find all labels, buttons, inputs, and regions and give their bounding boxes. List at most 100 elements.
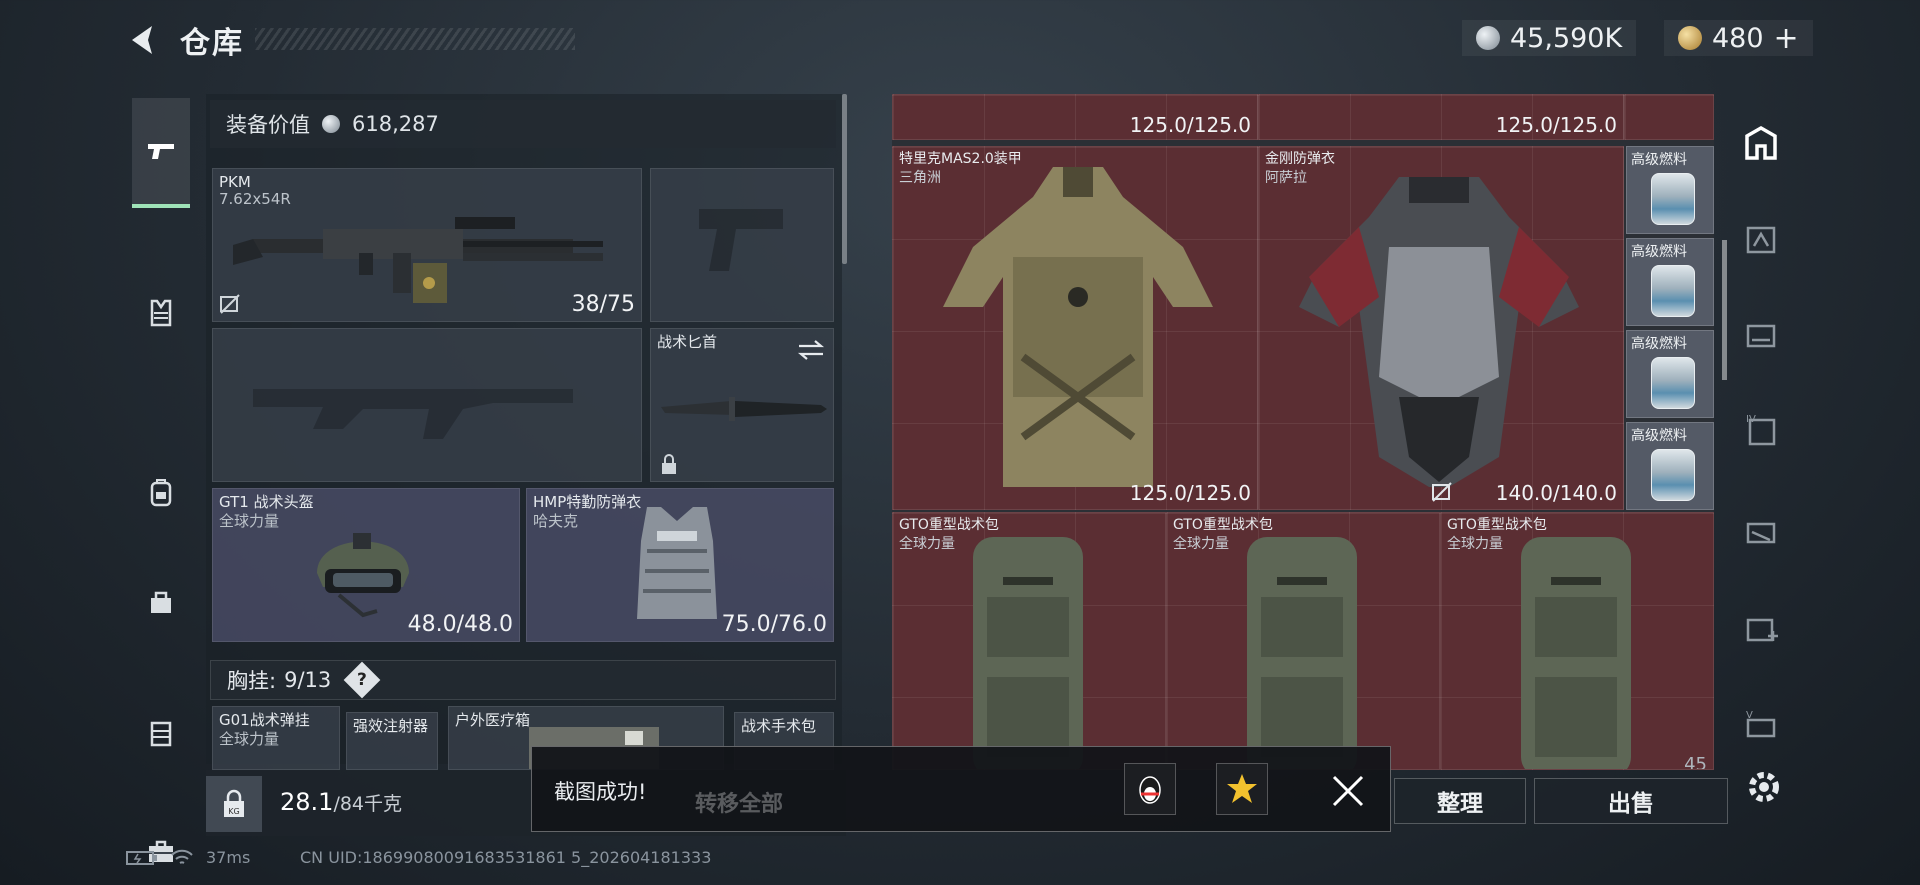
knife-name: 战术匕首 [657, 333, 718, 351]
heavy-backpack-icon [973, 537, 1083, 769]
tab-toolbox[interactable] [132, 796, 190, 885]
melee-slot[interactable]: 战术匕首 [650, 328, 834, 482]
tab-chest-rig[interactable] [132, 258, 190, 368]
armor-durability: 75.0/76.0 [721, 612, 827, 637]
toast-message: 截图成功! [554, 780, 647, 804]
sort-button[interactable]: 整理 [1394, 778, 1526, 824]
storage-item-partial[interactable]: 125.0/125.0 [892, 94, 1258, 140]
no-insure-icon [220, 294, 240, 314]
no-insure-icon [1432, 482, 1452, 502]
carry-weight-max: /84千克 [333, 793, 403, 815]
fuel-name: 高级燃料 [1631, 428, 1687, 444]
chest-rig-label: 胸挂: [227, 669, 277, 693]
fuel-item[interactable]: 高级燃料 [1626, 238, 1714, 326]
transfer-all-button[interactable]: 转移全部 [664, 784, 814, 820]
fuel-item[interactable]: 高级燃料 [1626, 330, 1714, 418]
rig-item-slot[interactable]: 强效注射器 [346, 712, 438, 770]
title-decoration [255, 28, 575, 50]
storage-item-partial[interactable] [1624, 94, 1714, 140]
share-qq-button[interactable] [1124, 763, 1176, 815]
pistol-silhouette-icon [699, 209, 783, 271]
helmet-slot[interactable]: GT1 战术头盔 全球力量 48.0/48.0 [212, 488, 520, 642]
pistol-slot[interactable] [650, 168, 834, 322]
svg-text:KG: KG [228, 807, 239, 816]
case-icon [150, 721, 172, 747]
tab-weapons[interactable] [132, 98, 190, 208]
filter-ammo-icon[interactable]: IV [1742, 412, 1780, 450]
chest-rig-count: 9/13 [284, 668, 332, 692]
weight-lock-icon: KG [224, 789, 244, 817]
storage-home-icon[interactable] [1742, 124, 1780, 162]
fuel-can-icon [1651, 173, 1695, 225]
loadout-scrollbar[interactable] [842, 94, 847, 264]
item-durability: 125.0/125.0 [1495, 113, 1617, 137]
silver-coin-icon [322, 115, 340, 133]
wifi-icon [171, 849, 193, 864]
helmet-durability: 48.0/48.0 [407, 612, 513, 637]
storage-bag-item[interactable]: GTO重型战术包 全球力量 [1166, 512, 1440, 770]
lock-icon [662, 454, 676, 474]
sell-button[interactable]: 出售 [1534, 778, 1728, 824]
backpack-icon [150, 479, 172, 507]
filter-weapon-icon[interactable] [1742, 316, 1780, 354]
storage-armor-item[interactable]: 金刚防弹衣 阿萨拉 140.0/140.0 [1258, 146, 1624, 510]
weight-lock-button[interactable]: KG [206, 776, 262, 832]
filter-medical-icon[interactable] [1742, 610, 1780, 648]
storage-bag-item[interactable]: GTO重型战术包 全球力量 [892, 512, 1166, 770]
secondary-weapon-slot[interactable] [212, 328, 642, 482]
tab-secure-bag[interactable] [132, 546, 190, 656]
item-durability: 125.0/125.0 [1129, 113, 1251, 137]
item-brand: 全球力量 [899, 536, 955, 552]
tab-backpack[interactable] [132, 437, 190, 547]
fuel-can-icon [1651, 449, 1695, 501]
storage-grid: 125.0/125.0 125.0/125.0 特里克MAS2.0装甲 三角洲 … [892, 94, 1714, 770]
battery-icon [126, 851, 157, 865]
storage-scrollbar[interactable] [1722, 240, 1727, 380]
filter-armor-icon[interactable] [1742, 220, 1780, 258]
bag-icon [151, 591, 171, 613]
filter-gear-icon[interactable] [1742, 512, 1780, 550]
chest-rig-bar[interactable]: 胸挂: 9/13 ? [210, 660, 836, 700]
item-brand: 全球力量 [1447, 536, 1503, 552]
tactical-knife-icon [661, 397, 827, 421]
silver-amount: 45,590K [1510, 22, 1623, 54]
filter-misc-icon[interactable]: V [1742, 706, 1780, 744]
armor-slot[interactable]: HMP特勤防弹衣 哈夫克 75.0/76.0 [526, 488, 834, 642]
tab-case[interactable] [132, 678, 190, 788]
helmet-name: GT1 战术头盔 [219, 493, 314, 511]
heavy-armor-icon [1299, 177, 1579, 487]
settings-gear-icon[interactable] [1742, 765, 1786, 809]
fuel-can-icon [1651, 357, 1695, 409]
fuel-item[interactable]: 高级燃料 [1626, 146, 1714, 234]
rig-item-slot[interactable]: G01战术弹挂 全球力量 [212, 706, 340, 770]
fuel-can-icon [1651, 265, 1695, 317]
gold-amount: 480 [1712, 22, 1764, 54]
item-brand: 全球力量 [1173, 536, 1229, 552]
tactical-helmet-icon [317, 533, 409, 618]
close-icon[interactable] [1326, 769, 1370, 813]
svg-text:IV: IV [1746, 414, 1756, 425]
svg-text:V: V [1746, 710, 1753, 721]
pistol-icon [148, 144, 174, 159]
rig-item-name: 战术手术包 [741, 717, 817, 735]
help-icon[interactable]: ? [343, 661, 381, 699]
primary-weapon-slot[interactable]: PKM 7.62x54R 38/75 [212, 168, 642, 322]
storage-bag-item[interactable]: GTO重型战术包 全球力量 45 [1440, 512, 1714, 770]
carry-weight-current: 28.1 [280, 788, 334, 816]
share-qzone-button[interactable] [1216, 763, 1268, 815]
gold-add-button[interactable]: + [1774, 21, 1799, 56]
silver-currency[interactable]: 45,590K [1462, 20, 1637, 56]
item-durability: 125.0/125.0 [1129, 481, 1251, 505]
rig-item-name: 户外医疗箱 [455, 711, 531, 729]
back-arrow-icon[interactable] [124, 22, 160, 58]
silver-coin-icon [1476, 26, 1500, 50]
ping-text: 37ms [206, 848, 251, 867]
storage-item-partial[interactable]: 125.0/125.0 [1258, 94, 1624, 140]
gold-currency[interactable]: 480 + [1664, 20, 1813, 56]
swap-icon[interactable] [797, 339, 825, 361]
pkm-machine-gun-icon [233, 217, 603, 303]
storage-armor-item[interactable]: 特里克MAS2.0装甲 三角洲 125.0/125.0 [892, 146, 1258, 510]
fuel-item[interactable]: 高级燃料 [1626, 422, 1714, 510]
weapon-ammo: 38/75 [571, 292, 635, 317]
equipment-value-row: 装备价值 618,287 [210, 100, 836, 148]
